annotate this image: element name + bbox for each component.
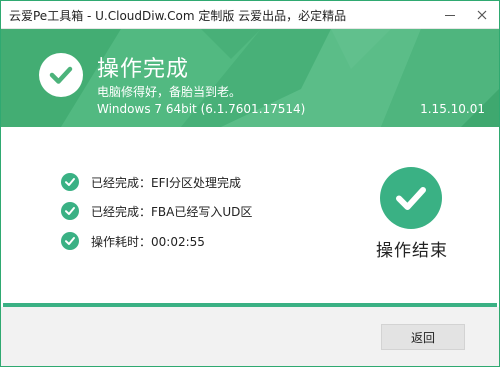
check-circle-icon: [61, 232, 79, 250]
status-text: 已经完成：FBA已经写入UD区: [91, 204, 253, 219]
back-button[interactable]: 返回: [381, 324, 465, 350]
status-item: 已经完成：FBA已经写入UD区: [61, 201, 252, 221]
check-circle-icon: [380, 167, 442, 229]
result-banner: 操作完成 电脑修得好，备胎当到老。 Windows 7 64bit (6.1.7…: [1, 29, 499, 127]
operation-finished-label: 操作结束: [376, 241, 448, 261]
check-circle-icon: [39, 53, 83, 97]
window-title: 云爱Pe工具箱 - U.CloudDiw.Com 定制版 云爱出品，必定精品: [9, 9, 347, 23]
close-icon: [477, 10, 487, 20]
status-item: 已经完成：EFI分区处理完成: [61, 172, 241, 192]
check-circle-icon: [61, 173, 79, 191]
banner-subtitle: 电脑修得好，备胎当到老。: [97, 85, 242, 99]
version-label: 1.15.10.01: [420, 102, 485, 116]
banner-title: 操作完成: [97, 57, 190, 82]
os-info: Windows 7 64bit (6.1.7601.17514): [97, 102, 306, 116]
status-item: 操作耗时：00:02:55: [61, 231, 205, 251]
check-circle-icon: [61, 202, 79, 220]
elapsed-time: 操作耗时：00:02:55: [91, 234, 205, 249]
title-bar: 云爱Pe工具箱 - U.CloudDiw.Com 定制版 云爱出品，必定精品: [1, 1, 499, 29]
status-text: 已经完成：EFI分区处理完成: [91, 175, 242, 190]
app-window: 云爱Pe工具箱 - U.CloudDiw.Com 定制版 云爱出品，必定精品 操…: [0, 0, 500, 367]
minimize-button[interactable]: [433, 1, 467, 28]
minimize-icon: [445, 15, 455, 16]
close-button[interactable]: [465, 1, 499, 28]
footer: 返回: [1, 307, 499, 366]
